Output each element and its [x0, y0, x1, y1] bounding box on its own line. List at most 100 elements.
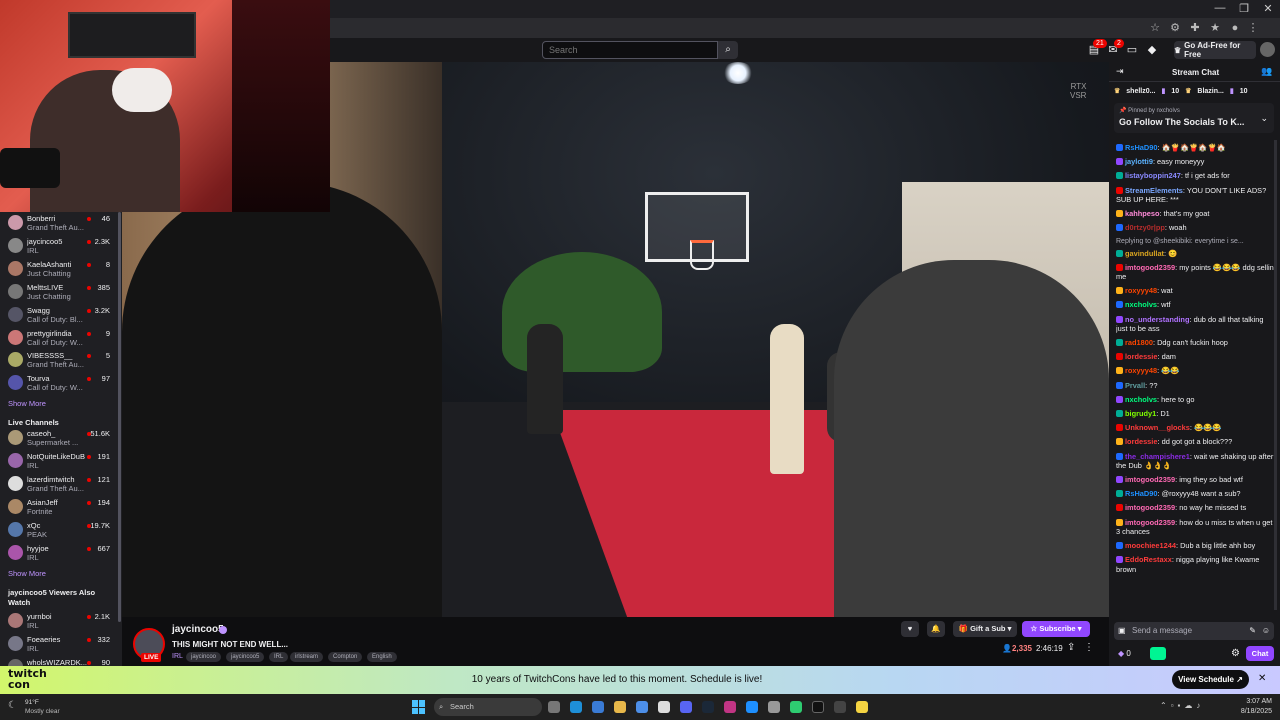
- extension-icon[interactable]: ⚙: [1168, 21, 1182, 35]
- chat-username[interactable]: StreamElements: [1125, 186, 1183, 195]
- chat-message[interactable]: listayboppin247: tf i get ads for: [1116, 169, 1274, 183]
- chat-username[interactable]: no_understanding: [1125, 315, 1189, 324]
- chat-identity-icon[interactable]: ▣: [1118, 622, 1126, 640]
- copilot-icon[interactable]: [592, 701, 604, 713]
- chat-username[interactable]: moochiee1244: [1125, 541, 1176, 550]
- channel-row[interactable]: xQc PEAK 19.7K: [0, 519, 118, 541]
- show-more-live-link[interactable]: Show More: [8, 569, 46, 578]
- stream-category[interactable]: IRL: [172, 653, 183, 660]
- windows-start-icon[interactable]: [412, 700, 426, 714]
- search-input[interactable]: [542, 41, 718, 59]
- chat-username[interactable]: rad1800: [1125, 338, 1153, 347]
- chat-username[interactable]: lordessie: [1125, 352, 1157, 361]
- task-view-icon[interactable]: [548, 701, 560, 713]
- clock-date[interactable]: 8/18/2025: [1240, 708, 1272, 715]
- steam-icon[interactable]: [702, 701, 714, 713]
- edge-icon[interactable]: [570, 701, 582, 713]
- chat-message[interactable]: jaylotti9: easy moneyyy: [1116, 155, 1274, 169]
- chat-message[interactable]: nxcholvs: wtf: [1116, 298, 1274, 312]
- chat-settings-gear-icon[interactable]: ⚙: [1231, 648, 1240, 659]
- chat-message[interactable]: imtogood2359: img they so bad wtf: [1116, 473, 1274, 487]
- minimize-button[interactable]: —: [1212, 2, 1228, 16]
- user-avatar[interactable]: [1260, 42, 1275, 57]
- mail-icon[interactable]: [636, 701, 648, 713]
- subscribe-button[interactable]: ☆ Subscribe ▾: [1022, 621, 1090, 637]
- chat-message[interactable]: roxyyy48: wat: [1116, 284, 1274, 298]
- chat-message[interactable]: moochiee1244: Dub a big little ahh boy: [1116, 539, 1274, 553]
- sidebar-scrollbar[interactable]: [118, 212, 121, 622]
- chat-message[interactable]: rad1800: Ddg can't fuckin hoop: [1116, 336, 1274, 350]
- bits-icon[interactable]: ◆: [1144, 42, 1160, 58]
- claim-points-button[interactable]: [1150, 647, 1166, 660]
- channel-row[interactable]: caseoh_ Supermarket ... 51.6K: [0, 427, 118, 449]
- maximize-button[interactable]: ❐: [1236, 2, 1252, 16]
- go-ad-free-button[interactable]: ♛ Go Ad-Free for Free: [1174, 41, 1256, 59]
- chat-username[interactable]: jaylotti9: [1125, 157, 1153, 166]
- discord-icon[interactable]: [680, 701, 692, 713]
- app-icon[interactable]: [746, 701, 758, 713]
- channel-row[interactable]: AsianJeff Fortnite 194: [0, 496, 118, 518]
- chrome-icon[interactable]: [658, 701, 670, 713]
- chat-username[interactable]: roxyyy48: [1125, 366, 1157, 375]
- chat-username[interactable]: imtogood2359: [1125, 518, 1175, 527]
- chat-username[interactable]: d0rtzy0r|pp: [1125, 223, 1165, 232]
- chat-message[interactable]: lordessie: dam: [1116, 350, 1274, 364]
- show-more-followed-link[interactable]: Show More: [8, 399, 46, 408]
- channel-row[interactable]: lazerdimtwitch Grand Theft Au... 121: [0, 473, 118, 495]
- tag[interactable]: jaycincoo: [186, 652, 222, 662]
- channel-points[interactable]: ◆ 0: [1118, 649, 1131, 658]
- chevron-down-icon[interactable]: ⌄: [1260, 113, 1268, 124]
- chat-message[interactable]: d0rtzy0r|pp: woah: [1116, 221, 1274, 235]
- channel-row[interactable]: Swagg Call of Duty: Bl... 3.2K: [0, 304, 118, 326]
- chat-send-button[interactable]: Chat: [1246, 646, 1274, 661]
- chat-message[interactable]: imtogood2359: my points 😂😂😂 ddg sellin m…: [1116, 261, 1274, 284]
- chat-message[interactable]: the_champishere1: wait we shaking up aft…: [1116, 450, 1274, 473]
- bookmark-star-icon[interactable]: ☆: [1148, 21, 1162, 35]
- channel-row[interactable]: yurnboi IRL 2.1K: [0, 610, 118, 632]
- chat-message[interactable]: no_understanding: dub do all that talkin…: [1116, 313, 1274, 336]
- chat-message[interactable]: nxcholvs: here to go: [1116, 393, 1274, 407]
- instagram-icon[interactable]: [724, 701, 736, 713]
- system-tray-icons[interactable]: ⌃▫▪☁♪: [1160, 701, 1204, 710]
- banner-close-button[interactable]: ✕: [1258, 673, 1266, 684]
- chat-message[interactable]: Unknown__glocks: 😂😂😂: [1116, 421, 1274, 435]
- sticky-notes-icon[interactable]: [856, 701, 868, 713]
- chat-username[interactable]: Prvall: [1125, 381, 1145, 390]
- menu-kebab-icon[interactable]: ⋮: [1246, 21, 1260, 35]
- channel-row[interactable]: Tourva Call of Duty: W... 97: [0, 372, 118, 394]
- chat-message[interactable]: Prvall: ??: [1116, 379, 1274, 393]
- chat-scrollbar[interactable]: [1274, 140, 1277, 610]
- chat-username[interactable]: nxcholvs: [1125, 300, 1157, 309]
- chat-username[interactable]: imtogood2359: [1125, 503, 1175, 512]
- tag[interactable]: English: [367, 652, 397, 662]
- more-options-icon[interactable]: ⋮: [1084, 642, 1094, 653]
- share-icon[interactable]: ⇪: [1067, 642, 1075, 653]
- chat-message[interactable]: EddoRestaxx: nigga playing like Kwame br…: [1116, 553, 1274, 576]
- gift-leader-name[interactable]: shellz0...: [1126, 88, 1155, 95]
- follow-heart-button[interactable]: ♥: [901, 621, 919, 637]
- chat-message[interactable]: bigrudy1: D1: [1116, 407, 1274, 421]
- collapse-chat-icon[interactable]: ⇥: [1116, 66, 1124, 77]
- chat-username[interactable]: EddoRestaxx: [1125, 555, 1172, 564]
- notification-bell-button[interactable]: 🔔: [927, 621, 945, 637]
- profile-icon[interactable]: ●: [1228, 21, 1242, 35]
- channel-row[interactable]: Bonberri Grand Theft Au... 46: [0, 212, 118, 234]
- clock-time[interactable]: 3:07 AM: [1246, 698, 1272, 705]
- chat-message[interactable]: imtogood2359: how do u miss ts when u ge…: [1116, 516, 1274, 539]
- chat-message[interactable]: imtogood2359: no way he missed ts: [1116, 501, 1274, 515]
- chat-username[interactable]: gavindullat: [1125, 249, 1164, 258]
- chat-message[interactable]: roxyyy48: 😂😂: [1116, 364, 1274, 378]
- weather-moon-icon[interactable]: ☾: [8, 700, 17, 711]
- tag[interactable]: IRL: [269, 652, 289, 662]
- chat-reply-context[interactable]: Replying to @sheekibiki: everytime i se.…: [1116, 235, 1274, 246]
- streamer-name[interactable]: jaycincoo5: [172, 624, 224, 635]
- tag[interactable]: irlstream: [290, 652, 324, 662]
- chat-username[interactable]: lordessie: [1125, 437, 1157, 446]
- channel-row[interactable]: KaelaAshanti Just Chatting 8: [0, 258, 118, 280]
- chat-username[interactable]: kahhpeso: [1125, 209, 1160, 218]
- settings-icon[interactable]: [768, 701, 780, 713]
- chat-message[interactable]: RsHaD90: @roxyyy48 want a sub?: [1116, 487, 1274, 501]
- bits-cheer-icon[interactable]: ✎: [1249, 622, 1256, 640]
- tag[interactable]: jaycincoo5: [226, 652, 265, 662]
- channel-row[interactable]: NotQuiteLikeDuB IRL 191: [0, 450, 118, 472]
